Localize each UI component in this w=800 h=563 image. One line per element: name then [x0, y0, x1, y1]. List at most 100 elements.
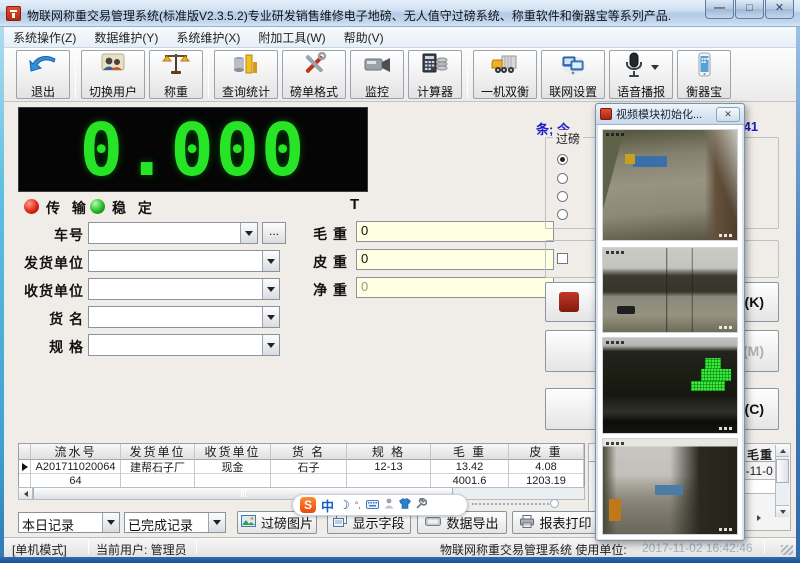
- transmission-indicator-light: [24, 199, 39, 214]
- dual-scale-button[interactable]: 一机双衡: [473, 50, 537, 99]
- voice-broadcast-button[interactable]: 语音播报: [609, 50, 673, 99]
- receiver-combo[interactable]: [88, 278, 280, 300]
- weigh-mode-radio-3[interactable]: [557, 191, 568, 202]
- voice-dropdown-caret[interactable]: [651, 65, 659, 70]
- weigh-mode-radio-2[interactable]: [557, 173, 568, 184]
- record-state-dropdown-button[interactable]: [208, 513, 225, 532]
- switch-user-button[interactable]: 切换用户: [81, 50, 145, 99]
- cell-goods: 石子: [271, 460, 347, 474]
- ime-keyboard-icon[interactable]: [366, 496, 379, 514]
- weigh-label: 称重: [164, 83, 188, 100]
- video-window-title: 视频模块初始化...: [616, 106, 716, 122]
- sogou-logo-icon[interactable]: S: [300, 497, 316, 513]
- current-row-pointer-icon: [22, 463, 28, 471]
- microphone-icon: [623, 52, 645, 83]
- weight-unit: T: [350, 196, 359, 213]
- status-separator: [196, 539, 197, 554]
- camera-osd-text: [606, 133, 626, 136]
- ime-toolbar[interactable]: S 中 ☽ °,: [292, 494, 468, 516]
- option-checkbox[interactable]: [557, 253, 568, 264]
- record-scope-select[interactable]: 本日记录: [18, 512, 120, 533]
- camera-osd-text: [606, 341, 626, 344]
- bar-chart-icon: [231, 52, 261, 83]
- record-scope-dropdown-button[interactable]: [102, 513, 119, 532]
- window-controls: — □ ✕: [704, 0, 794, 19]
- scroll-down-arrow[interactable]: [776, 505, 789, 517]
- shipper-dropdown-button[interactable]: [262, 251, 279, 271]
- hengqibao-button[interactable]: 衡器宝: [677, 50, 731, 99]
- photo-icon: [241, 515, 256, 530]
- scroll-left-arrow[interactable]: [19, 488, 33, 499]
- tools-icon: [299, 52, 329, 83]
- video-window-close-button[interactable]: ✕: [716, 107, 740, 122]
- ime-slider-handle[interactable]: [550, 499, 559, 508]
- header-gross[interactable]: 毛 重: [431, 444, 509, 460]
- menu-system-maintenance[interactable]: 系统维护(X): [167, 29, 249, 46]
- close-button[interactable]: ✕: [765, 0, 794, 19]
- menu-help[interactable]: 帮助(V): [335, 29, 393, 46]
- plate-combo[interactable]: [88, 222, 258, 244]
- goods-combo[interactable]: [88, 306, 280, 328]
- side-grid-scrollbar[interactable]: [775, 445, 789, 517]
- ime-punct-indicator[interactable]: °,: [355, 500, 361, 510]
- query-stats-button[interactable]: 查询统计: [214, 50, 278, 99]
- row-marker: [19, 460, 31, 474]
- calculator-icon: [420, 52, 450, 83]
- scroll-up-arrow[interactable]: [776, 445, 789, 457]
- receiver-dropdown-button[interactable]: [262, 279, 279, 299]
- header-serial[interactable]: 流水号: [31, 444, 121, 460]
- spec-dropdown-button[interactable]: [262, 335, 279, 355]
- plate-browse-button[interactable]: ...: [262, 222, 286, 244]
- video-init-window[interactable]: 视频模块初始化... ✕: [595, 103, 745, 541]
- goods-label: 货 名: [20, 309, 84, 329]
- ime-language-indicator[interactable]: 中: [321, 496, 334, 515]
- header-tare[interactable]: 皮 重: [509, 444, 584, 460]
- ime-user-icon[interactable]: [384, 496, 394, 514]
- header-shipper[interactable]: 发货单位: [121, 444, 195, 460]
- weight-value: 0.000: [80, 114, 307, 186]
- gross-weight-field[interactable]: 0: [356, 221, 554, 242]
- menu-system-operation[interactable]: 系统操作(Z): [4, 29, 85, 46]
- resize-grip[interactable]: [781, 545, 793, 555]
- cell-tare: 1203.19: [509, 474, 584, 488]
- export-disk-icon: [425, 515, 441, 530]
- record-state-select[interactable]: 已完成记录: [124, 512, 226, 533]
- spec-combo[interactable]: [88, 334, 280, 356]
- app-icon: [6, 6, 21, 21]
- cell-tare: 4.08: [509, 460, 584, 474]
- monitor-button[interactable]: 监控: [350, 50, 404, 99]
- ime-fullhalf-moon-icon[interactable]: ☽: [339, 498, 350, 512]
- plate-dropdown-button[interactable]: [240, 223, 257, 243]
- ticket-format-button[interactable]: 磅单格式: [282, 50, 346, 99]
- weigh-button[interactable]: 称重: [149, 50, 203, 99]
- video-window-titlebar[interactable]: 视频模块初始化... ✕: [596, 104, 744, 125]
- calculator-button[interactable]: 计算器: [408, 50, 462, 99]
- video-window-body: [598, 125, 742, 539]
- menu-extra-tools[interactable]: 附加工具(W): [249, 29, 334, 46]
- scroll-thumb[interactable]: [776, 459, 789, 483]
- table-row[interactable]: 64 4001.6 1203.19: [19, 474, 584, 488]
- weigh-mode-radio-4[interactable]: [557, 209, 568, 220]
- cell-receiver: 现金: [195, 460, 271, 474]
- table-row[interactable]: A201711020064 建帮石子厂 现金 石子 12-13 13.42 4.…: [19, 460, 584, 474]
- weigh-mode-radio-1[interactable]: [557, 154, 568, 165]
- maximize-button[interactable]: □: [735, 0, 764, 19]
- header-receiver[interactable]: 收货单位: [195, 444, 271, 460]
- minimize-button[interactable]: —: [705, 0, 734, 19]
- spec-label: 规 格: [20, 337, 84, 357]
- window-right-border: [796, 27, 800, 557]
- ime-skin-shirt-icon[interactable]: [399, 496, 411, 514]
- menu-data-maintenance[interactable]: 数据维护(Y): [85, 29, 167, 46]
- header-spec[interactable]: 规 格: [347, 444, 431, 460]
- network-settings-button[interactable]: 联网设置: [541, 50, 605, 99]
- header-goods[interactable]: 货 名: [271, 444, 347, 460]
- tare-weight-field[interactable]: 0: [356, 249, 554, 270]
- switch-user-icon: [98, 52, 128, 83]
- report-print-button[interactable]: 报表打印: [512, 511, 600, 534]
- toolbar: 退出 切换用户 称重 查询统计 磅单格式 监控 计算器: [4, 48, 796, 102]
- ime-wrench-icon[interactable]: [416, 496, 427, 514]
- goods-dropdown-button[interactable]: [262, 307, 279, 327]
- exit-button[interactable]: 退出: [16, 50, 70, 99]
- car-on-road: [617, 306, 635, 314]
- shipper-combo[interactable]: [88, 250, 280, 272]
